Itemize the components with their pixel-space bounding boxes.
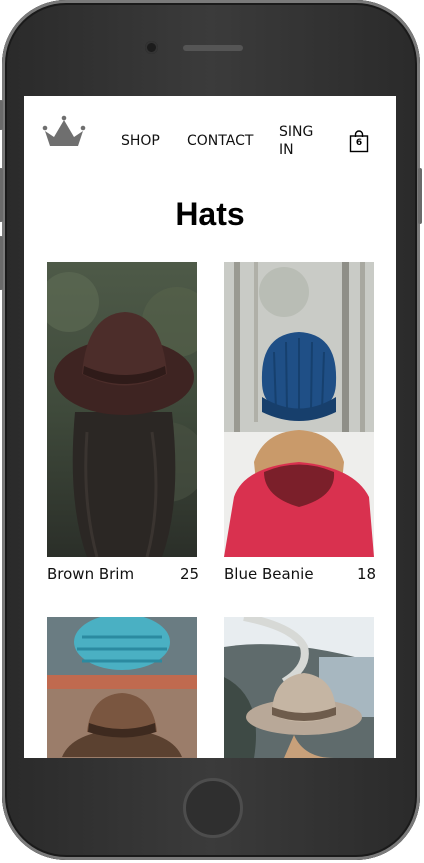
- product-price: 18: [357, 565, 377, 583]
- nav-sign-in-line-1: SING: [279, 124, 314, 140]
- app-screen: SHOP CONTACT SING IN 6 Hats Brown Brim 2…: [24, 96, 396, 758]
- cart-item-count: 6: [355, 138, 363, 148]
- volume-up-button: [0, 168, 3, 222]
- page-title: Hats: [175, 196, 245, 232]
- front-camera: [145, 41, 158, 54]
- product-name: Brown Brim: [47, 565, 135, 583]
- nav-sign-in-link[interactable]: SING IN: [279, 124, 319, 160]
- crown-icon[interactable]: [41, 114, 87, 150]
- mute-switch: [0, 100, 3, 130]
- nav-shop-link[interactable]: SHOP: [121, 133, 160, 150]
- earpiece-speaker: [183, 45, 243, 51]
- product-card[interactable]: Blue Beanie 18: [224, 262, 384, 592]
- cart-button[interactable]: 6: [349, 129, 369, 153]
- product-price: 25: [180, 565, 200, 583]
- product-name: Blue Beanie: [224, 565, 314, 583]
- home-button[interactable]: [183, 778, 243, 838]
- nav-contact-link[interactable]: CONTACT: [187, 133, 253, 150]
- product-card[interactable]: Brown Brim 25: [47, 262, 207, 592]
- brown-brim-hat-photo: [47, 262, 197, 557]
- blue-beanie-photo: [224, 262, 374, 557]
- product-card[interactable]: [47, 617, 207, 758]
- volume-down-button: [0, 236, 3, 290]
- nav-sign-in-line-2: IN: [279, 142, 294, 158]
- brown-cowboy-hat-photo: [47, 617, 197, 758]
- product-card[interactable]: [224, 617, 384, 758]
- power-button: [418, 168, 422, 224]
- tan-fedora-photo: [224, 617, 374, 758]
- top-navigation: SHOP CONTACT SING IN 6: [24, 96, 396, 186]
